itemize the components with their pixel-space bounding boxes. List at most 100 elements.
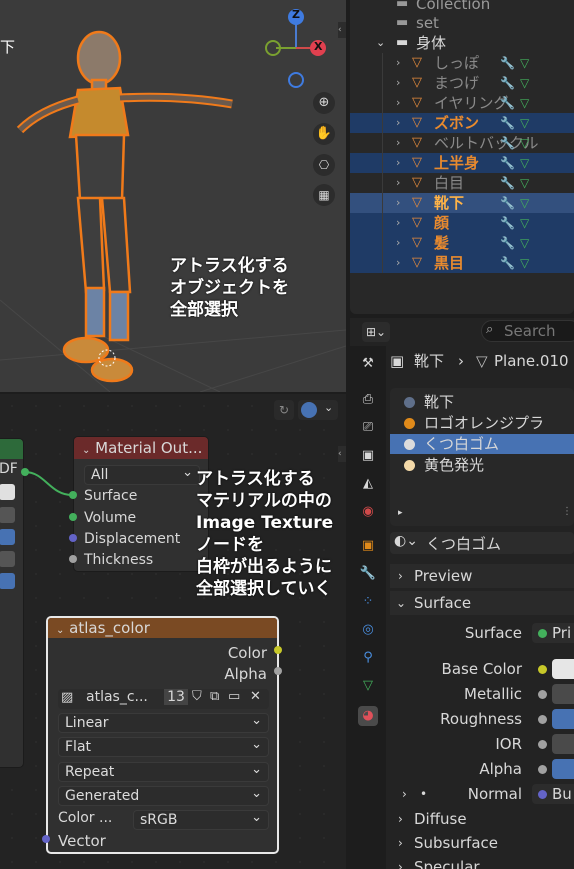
mesh-data-icon[interactable]: ▽ [520,193,529,213]
modifier-icon[interactable]: 🔧 [500,113,515,133]
sidebar-toggle-icon[interactable]: ‹ [338,22,346,38]
material-slot[interactable]: 靴下 [390,392,574,412]
properties-editor[interactable]: ⊞⌄ ⌕ Search ⚒ ⎙ ⎚ ▣ ◭ ◉ ▣ 🔧 ⁘ ◎ ⚲ ▽ ◕ ▣ … [350,318,574,869]
outliner-row[interactable]: › ▽ 黒目 🔧 ▽ [350,253,574,273]
surface-shader-value[interactable]: Pri [552,622,571,644]
material-slot-list[interactable]: 靴下ロゴオレンジプラくつ白ゴム黄色発光 ▸ ⋮⋮ [390,388,574,526]
shader-input-field[interactable] [552,734,574,754]
physics-tab-icon[interactable]: ◎ [358,620,378,640]
chevron-right-icon[interactable]: › [396,153,400,173]
outliner-row[interactable]: › ▽ 靴下 🔧 ▽ [350,193,574,213]
image-texture-node[interactable]: ⌄ atlas_color Color Alpha ▨ atlas_c... 1… [46,616,279,854]
material-browse-icon[interactable]: ◐⌄ [394,533,418,549]
preview-panel-header[interactable]: › Preview [390,564,574,588]
object-tab-icon[interactable]: ▣ [358,536,378,556]
chevron-right-icon[interactable]: › [396,113,400,133]
node-collapse-icon[interactable]: ⌄ [56,625,64,636]
outliner-row[interactable]: › ▽ 髪 🔧 ▽ [350,233,574,253]
image-browse-icon[interactable]: ▨ [61,690,73,705]
search-input[interactable]: ⌕ Search [481,320,574,342]
outliner[interactable]: ▬ Collection ▬ set ⌄ ▬ 身体 › ▽ しっぽ 🔧 ▽ › ▽ まつげ 🔧 ▽… [350,0,574,314]
modifier-tab-icon[interactable]: 🔧 [358,564,378,584]
chevron-right-icon[interactable]: › [396,233,400,253]
open-folder-icon[interactable]: ▭ [228,689,240,704]
outliner-row-collection[interactable]: ▬ Collection [350,0,574,14]
subpanel-header[interactable]: › Diffuse [390,808,574,830]
outliner-row-parent[interactable]: ⌄ ▬ 身体 [350,33,574,53]
particles-tab-icon[interactable]: ⁘ [358,592,378,612]
mesh-data-icon[interactable]: ▽ [520,73,529,93]
mesh-data-icon[interactable]: ▽ [520,93,529,113]
zoom-icon[interactable]: ⊕ [313,92,335,114]
projection-dropdown[interactable]: Flat [58,736,269,757]
modifier-icon[interactable]: 🔧 [500,193,515,213]
outliner-row[interactable]: › ▽ しっぽ 🔧 ▽ [350,53,574,73]
bsdf-output-socket[interactable] [21,468,29,476]
chevron-right-icon[interactable]: › [396,253,400,273]
node-collapse-icon[interactable]: ⌄ [82,445,90,456]
mesh-data-icon[interactable]: ▽ [520,213,529,233]
chevron-right-icon[interactable]: › [396,193,400,213]
outliner-row-set[interactable]: ▬ set [350,13,574,33]
camera-icon[interactable]: ⎔ [313,154,335,176]
shader-input-field[interactable] [552,684,574,704]
modifier-icon[interactable]: 🔧 [500,93,515,113]
outliner-row[interactable]: › ▽ 顔 🔧 ▽ [350,213,574,233]
subpanel-header[interactable]: › Specular [390,856,574,869]
modifier-icon[interactable]: 🔧 [500,133,515,153]
navigation-gizmo[interactable]: Z X [262,6,334,94]
outliner-row[interactable]: › ▽ イヤリング 🔧 ▽ [350,93,574,113]
shader-node-editor[interactable]: ↻ ⌄ ‹ DF ⌄ Material Out... All Surface V… [0,394,346,869]
image-name-field[interactable]: atlas_c... [86,689,148,705]
mesh-data-icon[interactable]: ▽ [520,113,529,133]
3d-viewport[interactable]: 下 Z X ⊕ ✋ ⎔ ▦ ‹ アトラス化する オブジェクトを 全部選択 [0,0,346,392]
color-space-dropdown[interactable]: sRGB [133,809,269,830]
source-dropdown[interactable]: Generated [58,785,269,806]
chevron-right-icon[interactable]: › [396,73,400,93]
close-icon[interactable]: ✕ [250,689,261,704]
subpanel-header[interactable]: › Subsurface [390,832,574,854]
modifier-icon[interactable]: 🔧 [500,53,515,73]
constraints-tab-icon[interactable]: ⚲ [358,648,378,668]
chevron-right-icon[interactable]: › [402,783,407,805]
chevron-down-icon[interactable]: ⌄ [376,33,385,53]
surface-socket[interactable] [69,491,77,499]
outliner-row[interactable]: › ▽ まつげ 🔧 ▽ [350,73,574,93]
duplicate-icon[interactable]: ⧉ [210,689,219,704]
fake-user-icon[interactable]: ⛉ [192,689,202,704]
modifier-icon[interactable]: 🔧 [500,173,515,193]
mesh-data-icon[interactable]: ▽ [520,53,529,73]
outliner-row[interactable]: › ▽ 白目 🔧 ▽ [350,173,574,193]
editor-type-selector[interactable]: ⊞⌄ [362,322,390,342]
material-datablock-selector[interactable]: ◐⌄ くつ白ゴム [390,532,574,554]
output-target-dropdown[interactable]: All [84,464,200,485]
pan-hand-icon[interactable]: ✋ [313,123,335,145]
render-tab-icon[interactable]: ⎙ [358,390,378,410]
image-users-count[interactable]: 13 [164,689,188,705]
grid-view-icon[interactable]: ▦ [313,184,335,206]
modifier-icon[interactable]: 🔧 [500,253,515,273]
displacement-socket[interactable] [69,534,77,542]
color-output-socket[interactable] [274,646,282,654]
vector-input-socket[interactable] [42,835,50,843]
list-expand-icon[interactable]: ▸ [398,508,403,518]
mesh-data-icon[interactable]: ▽ [520,153,529,173]
thickness-socket[interactable] [69,555,77,563]
material-slot[interactable]: ロゴオレンジプラ [390,413,574,433]
outliner-row[interactable]: › ▽ ズボン 🔧 ▽ [350,113,574,133]
outliner-row[interactable]: › ▽ ベルトバックル 🔧 ▽ [350,133,574,153]
world-tab-icon[interactable]: ◉ [358,502,378,522]
active-material-name[interactable]: くつ白ゴム [426,533,501,554]
volume-socket[interactable] [69,513,77,521]
list-resize-handle[interactable]: ⋮⋮ [562,506,574,517]
modifier-icon[interactable]: 🔧 [500,213,515,233]
chevron-right-icon[interactable]: › [396,53,400,73]
mesh-data-icon[interactable]: ▽ [520,233,529,253]
modifier-icon[interactable]: 🔧 [500,73,515,93]
material-slot[interactable]: 黄色発光 [390,455,574,475]
chevron-right-icon[interactable]: › [396,93,400,113]
surface-panel-header[interactable]: ⌄ Surface [390,591,574,615]
scene-tab-icon[interactable]: ◭ [358,474,378,494]
shader-input-field[interactable] [552,659,574,679]
alpha-output-socket[interactable] [274,667,282,675]
